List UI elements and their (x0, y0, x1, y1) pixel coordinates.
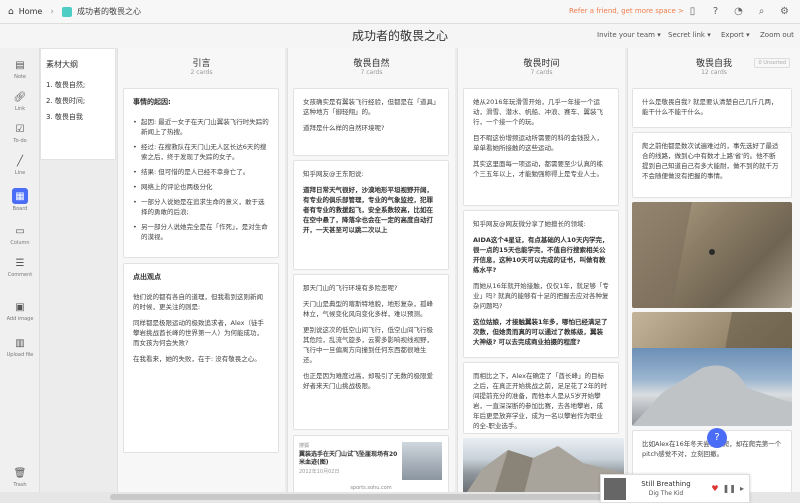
help-chat-button[interactable]: ? (707, 428, 727, 448)
bell-icon[interactable]: ◔ (731, 4, 746, 19)
note-icon: ▤ (15, 59, 25, 71)
list-item: 网络上的评论也两极分化 (133, 182, 269, 192)
tool-comment[interactable]: ☰ Comment (0, 256, 40, 279)
unsorted-badge[interactable]: 0 Unsorted (754, 58, 790, 68)
card-note[interactable]: 那天门山的飞行环境有多险恶呢? 天门山是典型的喀斯特地貌，地形复杂，孤峰林立，气… (293, 274, 449, 430)
tool-board[interactable]: ▦ Board (0, 188, 40, 212)
tool-column[interactable]: ▭ Column (0, 224, 40, 247)
home-link[interactable]: ⌂ Home (8, 7, 42, 17)
link-preview-card[interactable]: 搜狐 翼装选手在天门山试飞坠崖现场有20米血迹(图) 2012年10月02日 s… (293, 435, 449, 497)
card-note[interactable]: 而相比之下，Alex在确定了「酋长峰」的目标之后，在真正开始挑战之前，足足花了2… (463, 362, 619, 434)
column-nature[interactable]: 敬畏自然 7 cards 女孩确实是有翼装飞行经验，但都是在「道具」这种地方「御… (287, 48, 455, 503)
outline-card[interactable]: 素材大纲 1. 敬畏自然; 2. 敬畏时间; 3. 敬畏自我 (40, 48, 116, 160)
card-note[interactable]: 什么是敬畏自我? 就是要认清楚自己几斤几两，能干什么不能干什么。 (632, 88, 792, 128)
card-cause[interactable]: 事情的起因: 起因: 最近一女子在天门山翼装飞行时失踪的新闻上了热搜。 经过: … (123, 88, 279, 258)
column-header: 敬畏自然 7 cards (288, 48, 455, 88)
column-time[interactable]: 敬畏时间 7 cards 她从2016年玩滑雪开始，几乎一年接一个运动，滑雪、潜… (457, 48, 625, 503)
column-card-count: 7 cards (530, 69, 553, 76)
tool-note[interactable]: ▤ Note (0, 58, 40, 81)
board-header: 成功者的敬畏之心 Invite your team ▾ Secret link … (0, 24, 800, 48)
board-color-icon (61, 6, 72, 17)
column-title[interactable]: 引言 (118, 56, 285, 69)
comment-icon: ☰ (15, 257, 25, 269)
todo-icon: ☑ (15, 123, 25, 135)
horizontal-scrollbar[interactable] (110, 494, 630, 500)
secret-link-button[interactable]: Secret link ▾ (668, 31, 711, 39)
rock-face-illustration (632, 202, 715, 308)
tool-line[interactable]: ╱ Line (0, 154, 40, 177)
zoom-out-button[interactable]: Zoom out (760, 31, 794, 39)
tool-link[interactable]: 🔗︎ Link (0, 90, 40, 113)
column-title[interactable]: 敬畏时间 (458, 56, 625, 69)
card-quote[interactable]: 知乎网友@王东阳说: 道拜日常天气很好，沙漠地形平坦视野开阔，有专业的俱乐部管理… (293, 160, 449, 270)
phone-icon[interactable]: ▯ (685, 4, 700, 19)
climber-image[interactable] (632, 202, 792, 308)
link-icon: 🔗︎ (13, 91, 27, 103)
heart-icon[interactable]: ♥ (711, 484, 718, 493)
tool-upload-file[interactable]: ▥ Upload file (0, 336, 40, 359)
column-intro[interactable]: 引言 2 cards 事情的起因: 起因: 最近一女子在天门山翼装飞行时失踪的新… (117, 48, 285, 503)
card-quote[interactable]: 知乎网友@网友微分享了她擅长的领域: AIDA这个4星证，有点基础的人10天内学… (463, 210, 619, 358)
tool-todo[interactable]: ☑ To-do (0, 122, 40, 145)
breadcrumb-separator: › (50, 6, 54, 17)
export-button[interactable]: Export ▾ (721, 31, 750, 39)
outline-item: 3. 敬畏自我 (46, 113, 83, 121)
column-header: 敬畏时间 7 cards (458, 48, 625, 88)
outline-item: 2. 敬畏时间; (46, 97, 86, 105)
refer-friend-link[interactable]: Refer a friend, get more space > (569, 7, 684, 15)
music-player[interactable]: Still Breathing Dig The Kid ♥ ❚❚ ▸ (600, 474, 750, 503)
half-dome-image[interactable] (632, 348, 792, 426)
list-item: 一部分人说她是在追求生命的意义，敢于选择的勇敢的后浪; (133, 197, 269, 217)
tool-add-image[interactable]: ▣ Add image (0, 300, 40, 323)
trash-icon: 🗑︎ (13, 467, 27, 479)
card-note[interactable]: 女孩确实是有翼装飞行经验，但都是在「道具」这种地方「御轻翔」的。 道拜是什么样的… (293, 88, 449, 156)
tool-sidebar: ▤ Note 🔗︎ Link ☑ To-do ╱ Line ▦ Board ▭ Column… (0, 48, 40, 503)
settings-icon[interactable]: ⚙ (777, 4, 792, 19)
list-item: 另一部分人说她完全是在「作死」，是对生命的漠视。 (133, 222, 269, 242)
breadcrumb-board[interactable]: 成功者的敬畏之心 (77, 6, 141, 17)
file-icon: ▥ (15, 337, 25, 349)
column-header: 敬畏自我 12 cards 0 Unsorted (628, 48, 800, 88)
top-icons: ▯ ? ◔ ⌕ ⚙ (685, 4, 792, 19)
list-item: 结果: 但可惜的是人已经不幸身亡了。 (133, 167, 269, 177)
link-thumbnail (402, 442, 442, 480)
column-header: 引言 2 cards (118, 48, 285, 88)
column-title[interactable]: 敬畏自然 (288, 56, 455, 69)
column-card-count: 7 cards (360, 69, 383, 76)
list-item: 经过: 在搜救队在天门山无人区长达6天的搜索之后，终于发现了失踪的女子。 (133, 142, 269, 162)
board-icon: ▦ (12, 188, 28, 204)
next-icon[interactable]: ▸ (740, 484, 744, 493)
home-icon: ⌂ (8, 6, 14, 17)
list-item: 起因: 最近一女子在天门山翼装飞行时失踪的新闻上了热搜。 (133, 117, 269, 137)
pause-icon[interactable]: ❚❚ (723, 484, 736, 493)
outline-item: 1. 敬畏自然; (46, 81, 86, 89)
column-card-count: 12 cards (701, 69, 727, 76)
track-artist: Dig The Kid (648, 490, 684, 497)
column-icon: ▭ (15, 225, 25, 237)
help-icon[interactable]: ? (708, 4, 723, 19)
line-icon: ╱ (16, 155, 24, 167)
link-title: 翼装选手在天门山试飞坠崖现场有20米血迹(图) (299, 451, 398, 466)
card-note[interactable]: 她从2016年玩滑雪开始，几乎一年接一个运动，滑雪、潜水、帆船、冲浪、赛车、翼装… (463, 88, 619, 206)
player-controls: ♥ ❚❚ ▸ (711, 484, 744, 493)
column-card-count: 2 cards (190, 69, 213, 76)
track-title: Still Breathing (641, 480, 691, 488)
top-bar: ⌂ Home › 成功者的敬畏之心 Refer a friend, get mo… (0, 0, 800, 24)
card-viewpoint[interactable]: 点出观点 他们说的都有各自的道理，但我看到这则新闻的时候，更关注的则是: 同样都… (123, 263, 279, 453)
invite-team-button[interactable]: Invite your team ▾ (597, 31, 661, 39)
tool-trash[interactable]: 🗑︎ Trash (0, 466, 40, 489)
card-note[interactable]: 爬之前他都是数次试遍难过的，事先选好了最适合的线路，做到心中有数才上路'省'的。… (632, 132, 792, 198)
image-icon: ▣ (15, 301, 25, 313)
mountain-illustration (632, 365, 792, 426)
search-icon[interactable]: ⌕ (754, 4, 769, 19)
outline-title: 素材大纲 (46, 60, 78, 69)
